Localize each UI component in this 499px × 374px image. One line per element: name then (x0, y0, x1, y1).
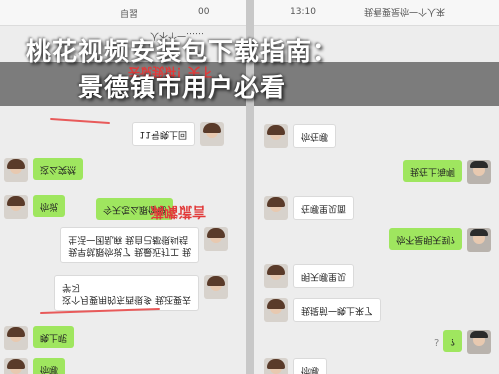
message-bubble: 我早就跟你说了 我最近打工 我 生活一团乱麻 我自己都很纠结 (60, 227, 199, 263)
avatar (467, 330, 491, 354)
message-bubble: ? (443, 330, 462, 352)
message-bubble: 你在哪 (293, 124, 337, 148)
message-bubble: 你不是明天到? (389, 228, 462, 250)
chat-message: 你哪 (4, 358, 66, 374)
avatar (264, 196, 288, 220)
avatar (467, 228, 491, 252)
message-bubble: 你说 (33, 195, 66, 217)
chat-message: 你不是明天到? (389, 228, 491, 252)
avatar (204, 227, 228, 251)
question-mark: ? (434, 338, 440, 349)
message-bubble: 明天哪里见 (293, 264, 355, 288)
avatar (264, 298, 288, 322)
message-bubble: 11号晚上回 (131, 122, 195, 146)
left-header-badge: 00 (198, 7, 210, 17)
chat-message: ? (443, 330, 491, 354)
title-line-2: 景德镇市用户必看 (78, 73, 287, 102)
left-header-title: 自習 (120, 10, 139, 20)
avatar (264, 124, 288, 148)
message-bubble: 晚上呢 (33, 326, 75, 348)
avatar (4, 158, 28, 182)
chat-message: 明天哪里见 (264, 264, 355, 288)
article-title-overlay: 桃花视频安装包下载指南： 景德镇市用户必看 (0, 30, 499, 106)
chat-message: 11号晚上回 (131, 122, 224, 146)
chat-message: 这个月要用的东西很多 我还要去 学习 (54, 275, 228, 311)
message-bubble: 你哪 (293, 358, 328, 374)
chat-message: 晚上呢 (4, 326, 75, 350)
chat-message: 我提前一晚上来了 (264, 298, 382, 322)
avatar (264, 264, 288, 288)
chat-message: 这么突然 (4, 158, 84, 182)
avatar (467, 160, 491, 184)
chat-message: 你哪 (264, 358, 328, 374)
right-top-text: 我看要是你一个人来 (364, 6, 446, 16)
message-bubble: 我提前一晚上来了 (293, 298, 382, 322)
message-bubble: 你哪 (33, 358, 66, 374)
red-annotation: 满嘴谎言 (150, 203, 206, 219)
chat-message: 你说 (4, 195, 66, 219)
chat-message: 你在哪 (264, 124, 337, 148)
avatar (264, 358, 288, 374)
left-chat-header: 自習 00 (0, 0, 246, 26)
avatar (204, 275, 228, 299)
chat-message: 我早就跟你说了 我最近打工 我 生活一团乱麻 我自己都很纠结 (60, 227, 228, 263)
message-bubble: 我在上海啊 (402, 160, 462, 182)
chat-message: 我在上海啊 (402, 160, 491, 184)
avatar (200, 122, 224, 146)
message-bubble: 这么突然 (33, 158, 84, 180)
right-header-time: 13:10 (290, 7, 316, 17)
message-bubble: 在哪里见面 (293, 196, 355, 220)
avatar (4, 358, 28, 374)
red-underline (50, 117, 110, 125)
title-line-1: 桃花视频安装包下载指南： (26, 37, 339, 66)
chat-message: 在哪里见面 (264, 196, 355, 220)
message-bubble: 这个月要用的东西很多 我还要去 学习 (54, 275, 199, 311)
avatar (4, 326, 28, 350)
avatar (4, 195, 28, 219)
